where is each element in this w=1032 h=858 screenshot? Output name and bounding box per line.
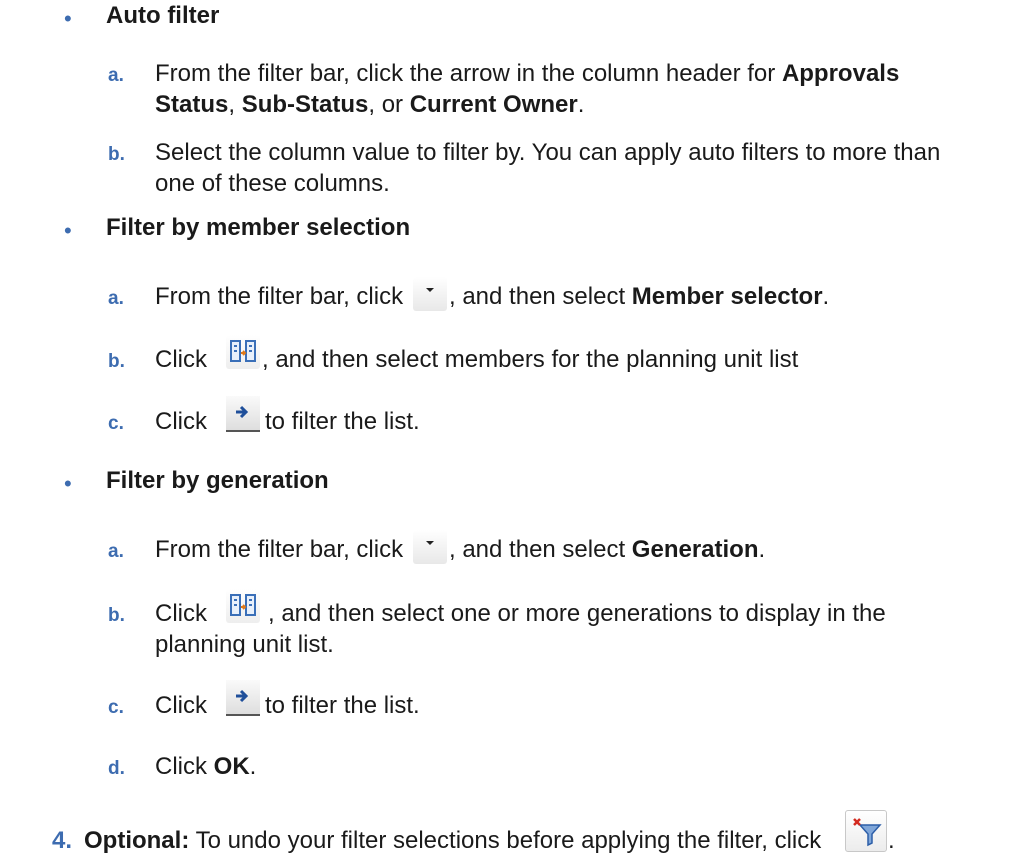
generation-heading: Filter by generation [106,467,329,494]
approvals-term: Approvals [781,60,900,87]
step-marker: c. [108,413,124,434]
step-marker: c. [108,697,124,718]
member-selection-step-b-cont: , and then select members for the planni… [262,344,798,375]
optional-label: Optional: [84,827,190,854]
step-marker: b. [108,144,125,165]
step-text: , and then select members for the planni… [262,346,799,373]
clear-filter-icon [845,810,887,852]
member-selection-step-b: Click [155,344,207,375]
step-text: , [228,91,242,118]
step-text: . [249,753,257,780]
generation-step-a-cont: , and then select Generation. [449,534,765,565]
step-text: to filter the list. [265,692,420,719]
step-text: From the filter bar, click the arrow in … [155,60,782,87]
step-text: Click [155,346,207,373]
generation-step-b: Click [155,598,207,629]
step-text: to filter the list. [265,408,420,435]
bullet: • [64,218,72,243]
member-selector-icon [226,335,260,369]
step-text: , and then select one or more generation… [268,600,886,627]
step-text: Click [155,408,207,435]
dropdown-arrow-icon [413,277,447,311]
step-marker: b. [108,605,125,626]
ok-term: OK [213,753,250,780]
auto-filter-step-a: From the filter bar, click the arrow in … [155,58,899,120]
step-text: Click [155,753,214,780]
step-4-text: Optional: To undo your filter selections… [84,825,821,856]
member-selection-step-c-cont: to filter the list. [265,406,420,437]
member-selection-step-a: From the filter bar, click [155,281,403,312]
member-selection-step-a-cont: , and then select Member selector. [449,281,829,312]
auto-filter-step-b: Select the column value to filter by. Yo… [155,137,940,199]
step-text: , and then select [449,536,632,563]
step-text: . [577,91,585,118]
generation-step-c-cont: to filter the list. [265,690,420,721]
member-selection-heading: Filter by member selection [106,214,411,241]
bullet: • [64,471,72,496]
sub-status-term: Sub-Status [241,91,369,118]
generation-step-d: Click OK. [155,751,256,782]
step-text: . [758,536,766,563]
generation-step-b-cont: , and then select one or more generation… [268,598,886,629]
step-number: 4. [52,827,73,854]
generation-step-c: Click [155,690,207,721]
dropdown-arrow-icon [413,530,447,564]
step-text: planning unit list. [155,631,334,658]
step-text: Select the column value to filter by. Yo… [155,139,941,166]
generation-step-b-line2: planning unit list. [155,629,334,660]
member-selection-step-c: Click [155,406,207,437]
current-owner-term: Current Owner [409,91,578,118]
right-arrow-icon [226,396,260,432]
step-text: Click [155,600,207,627]
step-4-end: . [888,827,895,854]
step-marker: d. [108,758,125,779]
bullet: • [64,6,72,31]
generation-step-a: From the filter bar, click [155,534,403,565]
step-text: From the filter bar, click [155,536,404,563]
generation-term: Generation [631,536,759,563]
step-text: , or [368,91,410,118]
step-text: To undo your filter selections before ap… [189,827,822,854]
right-arrow-icon [226,680,260,716]
step-marker: a. [108,541,124,562]
step-text: one of these columns. [155,170,390,197]
step-text: Click [155,692,207,719]
member-selector-icon [226,589,260,623]
step-text: . [822,283,830,310]
member-selector-term: Member selector [631,283,823,310]
auto-filter-heading: Auto filter [106,2,220,29]
step-marker: b. [108,351,125,372]
step-text: From the filter bar, click [155,283,404,310]
status-term: Status [155,91,229,118]
step-text: , and then select [449,283,632,310]
step-marker: a. [108,288,124,309]
step-marker: a. [108,65,124,86]
